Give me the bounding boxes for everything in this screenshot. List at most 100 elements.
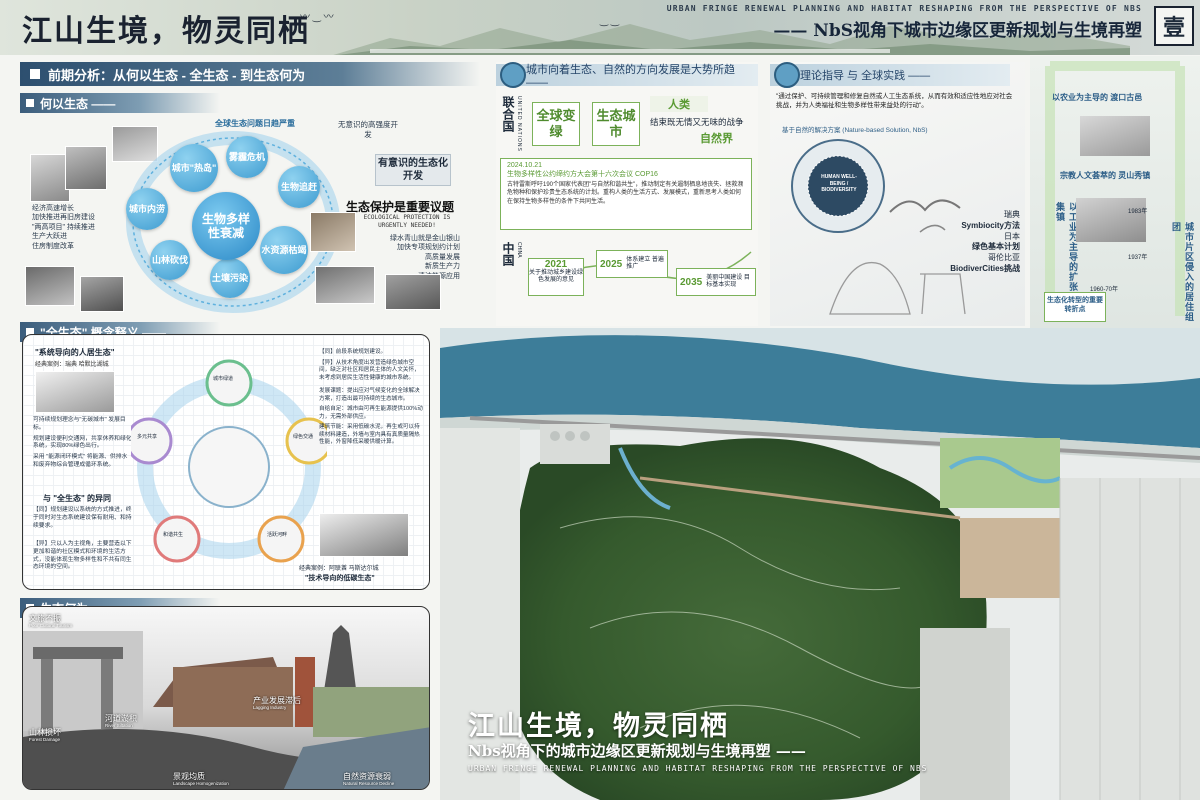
- header-banner: 〰 ‿ 〰 ‿ ‿ 江山生境，物灵同栖 Urban fringe renewal…: [0, 0, 1200, 55]
- right-note: 【异】从技术角度出发营造绿色城市空间，缺乏对社区和居民主体的人文关怀，未考虑到居…: [319, 359, 420, 381]
- eco-wheel-diagram: [131, 359, 327, 563]
- industry-photo: [385, 274, 441, 310]
- un-label: 联合国: [501, 96, 515, 132]
- unconscious-development: 无意识的高强度开发: [338, 120, 398, 140]
- timeline-2021: 2021 关于推动城乡建设绿色发展的意见: [528, 258, 584, 296]
- timeline-text: 关于推动城乡建设绿色发展的意见: [529, 270, 584, 284]
- water-depletion-node: 水资源枯竭: [260, 226, 308, 274]
- trend-panel: 城市向着生态、自然的方向发展是大势所趋 —— 联合国 UNITED NATION…: [496, 62, 758, 326]
- practice-list: 瑞典 Symbiocity方法 日本 绿色基本计划 哥伦比亚 BiodiverC…: [930, 210, 1020, 275]
- deforestation-node: 山林砍伐: [150, 240, 190, 280]
- map-en-subtitle: Urban fringe renewal planning and habita…: [468, 764, 928, 773]
- conscious-development-box: 有意识的生态化开发: [375, 154, 451, 186]
- phrase-nature: 自然界: [700, 133, 733, 145]
- compare-diff: 【异】只以人为主视角，主要营造以下更加和谐的社区模式和环境的生活方式，没能体现生…: [33, 541, 132, 571]
- un-en-label: UNITED NATIONS: [516, 96, 522, 152]
- turning-point-box: 生态化转型的重要转折点: [1044, 292, 1106, 322]
- year-label: 1937年: [1128, 255, 1148, 261]
- right-note: 绿水青山就是金山银山: [390, 235, 460, 242]
- left-bullet: 规划建设便利交通网，共享休养和绿化系统，实现80%绿色出行。: [33, 435, 132, 450]
- theory-title-text: 理论指导 与 全球实践 ——: [800, 70, 931, 82]
- practice-name: Symbiocity方法: [961, 220, 1020, 230]
- factory-smoke-photo: [25, 266, 75, 306]
- map-title: 江山生境，物灵同栖: [468, 711, 729, 742]
- right-note: 建筑节能：采用低碳水泥，再生或可以持续材料建造，外墙与室内具有真质量隔热性能，外…: [319, 424, 420, 446]
- label-en: Lagging Industry: [253, 705, 287, 710]
- label-en: River Siltation: [105, 723, 133, 728]
- practice-country: 哥伦比亚: [988, 253, 1020, 263]
- label-en: Poor Cultural Tourism: [29, 623, 73, 628]
- phrase-humans: 人类: [650, 96, 708, 112]
- skyline-photo: [65, 146, 107, 190]
- english-subtitle: Urban fringe renewal planning and habita…: [666, 4, 1142, 13]
- left-note: "两高项目" 持续推进: [32, 223, 95, 231]
- eco-city-box: 生态城市: [592, 102, 640, 146]
- system-oriented-caption: "系统导向的人居生态": [35, 348, 115, 357]
- historic-map-thumb: [1080, 116, 1150, 156]
- biodiversity-decline-center: 生物多样性衰减: [192, 192, 260, 260]
- left-note: 住房制度改革: [32, 242, 74, 250]
- eco-action-panel: 文旅不振 Poor Cultural Tourism 河道淤积 River Si…: [22, 606, 430, 790]
- right-note: 【同】前段系统规划建设。: [319, 349, 387, 355]
- right-notes: 【同】前段系统规划建设。 【异】从技术角度出发营造绿色城市空间，缺乏对社区和居民…: [319, 349, 423, 447]
- label-en: Landscape Homogenization: [173, 781, 229, 786]
- square-bullet-icon: [26, 99, 34, 107]
- left-notes-list: 经济高速增长 加快推进再旧房建设 "两高项目" 持续推进 生产大跃进 住房制度改…: [32, 204, 95, 251]
- urban-flooding-node: 城市内涝: [126, 188, 168, 230]
- hammarby-sketch: [35, 371, 115, 413]
- map-subtitle: Nbs视角下的城市边缘区更新规划与生境再塑 ——: [468, 742, 806, 760]
- analysis-section-title: 前期分析：从何以生态 - 全生态 - 到生态何为: [48, 67, 306, 83]
- compare-title: 与 "全生态" 的异同: [43, 494, 112, 503]
- page-title: 江山生境，物灵同栖: [22, 14, 310, 49]
- left-bullets: 可持续规划理念与"无碳城市" 发展目标。 规划建设便利交通网，共享休养和绿化系统…: [33, 417, 133, 470]
- ring-label: 全球生态问题日趋严重: [215, 119, 295, 128]
- why-eco-panel: 经济高速增长 加快推进再旧房建设 "两高项目" 持续推进 生产大跃进 住房制度改…: [20, 116, 480, 316]
- timeline-text: 体系建立 普遍推广: [626, 256, 664, 270]
- full-eco-panel: "系统导向的人居生态" 经典案例：瑞典 哈默比湖城 可持续规划理念与"无碳城市"…: [22, 334, 430, 590]
- right-note: 高质量发展: [425, 253, 460, 261]
- map-legend: [1030, 328, 1200, 418]
- practice-country: 日本: [1004, 231, 1020, 241]
- hammarby-caption: 经典案例：瑞典 哈默比湖城: [35, 362, 109, 368]
- trend-title: 城市向着生态、自然的方向发展是大势所趋 ——: [496, 64, 758, 89]
- globe-leaf-icon: [500, 62, 526, 88]
- conclusion-en: Ecological protection is urgently needed…: [363, 214, 451, 229]
- nbs-label: 基于自然的解决方案 (Nature-based Solution, NbS): [782, 127, 928, 134]
- right-note: 发展课题：提出应对气候变化的全球解决方案，打造出最可持续的生态城市。: [319, 388, 420, 402]
- heritage-collage-sketch: [23, 625, 429, 789]
- trend-title-text: 城市向着生态、自然的方向发展是大势所趋 ——: [526, 64, 735, 89]
- cop16-box: 2024.10.21 生物多样性公约缔约方大会第十六次会议 COP16 古特雷斯…: [500, 158, 752, 230]
- wheel-label: 和谐共生: [163, 532, 184, 538]
- square-bullet-icon: [30, 69, 40, 79]
- tech-oriented-caption: "技术导向的低碳生态": [305, 575, 375, 582]
- birds-icon: ‿ ‿: [600, 16, 619, 27]
- smog-node: 雾霾危机: [226, 136, 268, 178]
- right-note: 加快专项规划约计划: [397, 244, 460, 252]
- wheel-label: 多元共享: [137, 434, 158, 440]
- analysis-section-header: 前期分析：从何以生态 - 全生态 - 到生态何为: [20, 62, 480, 86]
- left-note: 生产大跃进: [32, 233, 67, 241]
- theory-title: 理论指导 与 全球实践 ——: [770, 64, 1010, 86]
- label-en: Forest Damage: [29, 737, 61, 742]
- historic-map-thumb: [1076, 198, 1146, 242]
- nbs-badge-text: HUMAN WELL-BEING / BIODIVERSITY: [821, 174, 857, 193]
- smog-city-photo: [30, 154, 70, 202]
- timeline-year: 2025: [600, 258, 623, 270]
- why-eco-heading: 何以生态 ——: [40, 96, 116, 111]
- masdar-caption: 经典案例：阿联酋 马斯达尔城: [299, 566, 379, 572]
- wheel-label: 活跃河畔: [267, 532, 288, 538]
- drought-photo: [310, 212, 356, 252]
- nbs-quote: "通过保护、可持续管理和修复自然或人工生态系统，从而有效和适应性地应对社会挑战，…: [776, 93, 1013, 110]
- chinese-subtitle: —— NbS视角下城市边缘区更新规划与生境再塑: [773, 21, 1142, 41]
- urban-heat-island-node: 城市"热岛": [170, 144, 218, 192]
- year-label: 1983年: [1128, 209, 1148, 215]
- poster-page: 〰 ‿ 〰 ‿ ‿ 江山生境，物灵同栖 Urban fringe renewal…: [0, 0, 1200, 800]
- compare-same: 【同】规划建设以系统的方式推进，终于同时对生态系统建设保有耐用、和持续要求。: [33, 507, 132, 529]
- cop-title: 生物多样性公约缔约方大会第十六次会议 COP16: [507, 171, 658, 178]
- left-note: 加快推进再旧房建设: [32, 214, 95, 222]
- practice-name: BiodiverCities挑战: [950, 263, 1020, 273]
- cop-text: 古特雷斯呼吁190个国家代表团"与自然和谐共生"，推动制定有关遏制栖息地丧失、拯…: [507, 182, 744, 205]
- china-label: 中国: [501, 242, 515, 266]
- timeline-2025: 2025 体系建立 普遍推广: [596, 250, 668, 278]
- timeline-text: 美丽中国建设 目标基本实现: [706, 274, 750, 288]
